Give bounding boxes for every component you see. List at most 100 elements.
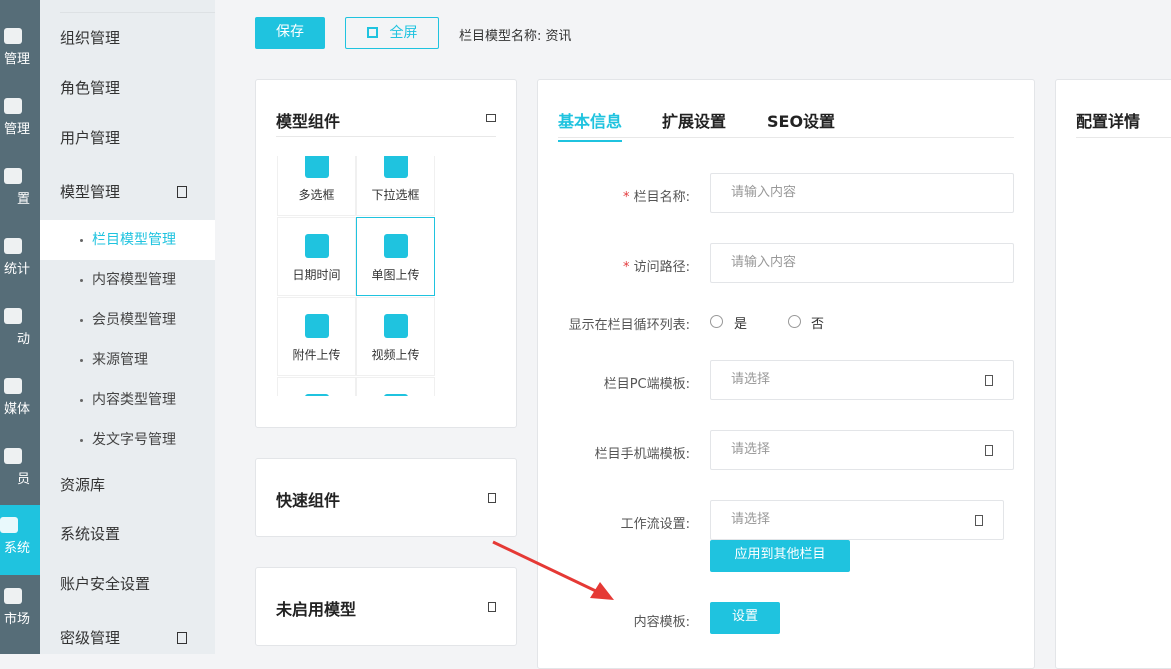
sidebar-item-label: 密级管理 <box>60 629 121 647</box>
component-checkbox[interactable]: 多选框 <box>277 156 356 216</box>
unused-models-panel[interactable]: 未启用模型 <box>255 567 517 646</box>
rail-item-9[interactable]: 市场 <box>0 588 40 654</box>
expand-icon <box>177 632 187 644</box>
radio-no-label: 否 <box>811 317 825 332</box>
rail-item-5[interactable]: 动 <box>0 308 40 378</box>
divider <box>1076 137 1171 138</box>
chat-icon <box>4 308 22 324</box>
divider <box>276 136 496 137</box>
workflow-label: 工作流设置: <box>620 517 690 532</box>
apply-to-other-columns-button[interactable]: 应用到其他栏目 <box>710 540 850 572</box>
sidebar-item-role[interactable]: 角色管理 <box>40 68 215 108</box>
member-icon <box>4 448 22 464</box>
component-more[interactable] <box>277 377 356 396</box>
rail-item-4[interactable]: 统计 <box>0 238 40 308</box>
tab-seo-settings[interactable]: SEO设置 <box>767 108 835 132</box>
model-components-panel: 模型组件 多选框 下拉选框 日期时间 单图上传 附件上传 视频上传 <box>255 79 517 428</box>
dropdown-icon <box>975 515 983 526</box>
sidebar-sub-content-model[interactable]: 内容模型管理 <box>40 260 215 300</box>
workflow-select[interactable]: 请选择 <box>710 500 1004 540</box>
sidebar-item-org[interactable]: 组织管理 <box>40 18 215 58</box>
component-label: 日期时间 <box>292 268 341 282</box>
component-dropdown[interactable]: 下拉选框 <box>356 156 435 216</box>
sidebar-sub-doc-number[interactable]: 发文字号管理 <box>40 420 215 460</box>
divider <box>558 137 1014 138</box>
access-path-input[interactable]: 请输入内容 <box>710 243 1014 283</box>
divider <box>60 12 215 13</box>
article-icon <box>4 28 22 44</box>
panel-title: 配置详情 <box>1076 112 1141 131</box>
fullscreen-label: 全屏 <box>389 25 418 41</box>
sidebar: 组织管理 角色管理 用户管理 模型管理 栏目模型管理 内容模型管理 会员模型管理… <box>40 0 215 654</box>
sidebar-item-model[interactable]: 模型管理 <box>40 172 215 212</box>
dropdown-icon <box>985 375 993 386</box>
expand-icon[interactable] <box>488 493 496 503</box>
sidebar-item-system-settings[interactable]: 系统设置 <box>40 514 215 554</box>
sidebar-item-secret-level[interactable]: 密级管理 <box>40 618 215 658</box>
collapse-icon[interactable] <box>486 114 496 122</box>
dropdown-icon <box>383 156 408 178</box>
component-icon <box>304 394 329 396</box>
content-template-set-button[interactable]: 设置 <box>710 602 780 634</box>
sidebar-sub-content-type[interactable]: 内容类型管理 <box>40 380 215 420</box>
sidebar-sub-column-model[interactable]: 栏目模型管理 <box>40 220 215 260</box>
image-icon <box>383 234 408 258</box>
component-icon <box>383 394 408 396</box>
radio-no[interactable] <box>788 315 801 328</box>
save-button[interactable]: 保存 <box>255 17 325 49</box>
chart-icon <box>4 238 22 254</box>
fullscreen-button[interactable]: 全屏 <box>345 17 439 49</box>
sidebar-sub-source[interactable]: 来源管理 <box>40 340 215 380</box>
component-grid: 多选框 下拉选框 日期时间 单图上传 附件上传 视频上传 <box>276 156 438 396</box>
component-attachment-upload[interactable]: 附件上传 <box>277 297 356 376</box>
market-icon <box>4 588 22 604</box>
media-icon <box>4 378 22 394</box>
rail-item-2[interactable]: 管理 <box>0 98 40 168</box>
select-placeholder: 请选择 <box>731 512 771 527</box>
gear-icon <box>0 517 18 533</box>
rail-item-1[interactable]: 管理 <box>0 28 40 98</box>
checkbox-icon <box>304 156 329 178</box>
box-icon <box>4 168 22 184</box>
video-icon <box>383 314 408 338</box>
component-label: 下拉选框 <box>371 188 420 202</box>
sidebar-sub-member-model[interactable]: 会员模型管理 <box>40 300 215 340</box>
component-image-upload[interactable]: 单图上传 <box>356 217 435 296</box>
rail-item-3[interactable]: 置 <box>0 168 40 238</box>
model-name-label: 栏目模型名称: <box>459 29 542 44</box>
panel-title: 模型组件 <box>276 112 341 131</box>
radio-yes[interactable] <box>710 315 723 328</box>
sidebar-item-account-security[interactable]: 账户安全设置 <box>40 564 215 604</box>
component-video-upload[interactable]: 视频上传 <box>356 297 435 376</box>
access-path-label: * 访问路径: <box>622 260 690 275</box>
expand-icon[interactable] <box>488 602 496 612</box>
rail-label: 动 <box>16 332 30 347</box>
rail-label: 统计 <box>3 262 30 277</box>
fullscreen-icon <box>366 27 378 38</box>
component-datetime[interactable]: 日期时间 <box>277 217 356 296</box>
rail-label: 员 <box>16 472 30 487</box>
sidebar-item-resources[interactable]: 资源库 <box>40 465 215 505</box>
calendar-icon <box>304 234 329 258</box>
rail-item-system[interactable]: 系统 <box>0 505 40 575</box>
select-placeholder: 请选择 <box>731 442 771 457</box>
content-template-label: 内容模板: <box>633 615 690 630</box>
quick-components-panel[interactable]: 快速组件 <box>255 458 517 537</box>
rail-label: 媒体 <box>3 402 30 417</box>
mobile-template-select[interactable]: 请选择 <box>710 430 1014 470</box>
label-text: 访问路径: <box>633 260 690 275</box>
column-name-input[interactable]: 请输入内容 <box>710 173 1014 213</box>
dropdown-icon <box>985 445 993 456</box>
component-more[interactable] <box>356 377 435 396</box>
tab-extended-settings[interactable]: 扩展设置 <box>662 108 726 132</box>
rail-label: 管理 <box>3 122 30 137</box>
rail-item-6[interactable]: 媒体 <box>0 378 40 448</box>
label-text: 栏目名称: <box>633 190 690 205</box>
sidebar-item-label: 模型管理 <box>60 183 121 201</box>
sidebar-item-user[interactable]: 用户管理 <box>40 118 215 158</box>
annotation-arrow-icon <box>492 540 614 600</box>
panel-title: 快速组件 <box>276 491 341 510</box>
column-name-label: * 栏目名称: <box>622 190 690 205</box>
component-label: 视频上传 <box>371 348 420 362</box>
pc-template-select[interactable]: 请选择 <box>710 360 1014 400</box>
